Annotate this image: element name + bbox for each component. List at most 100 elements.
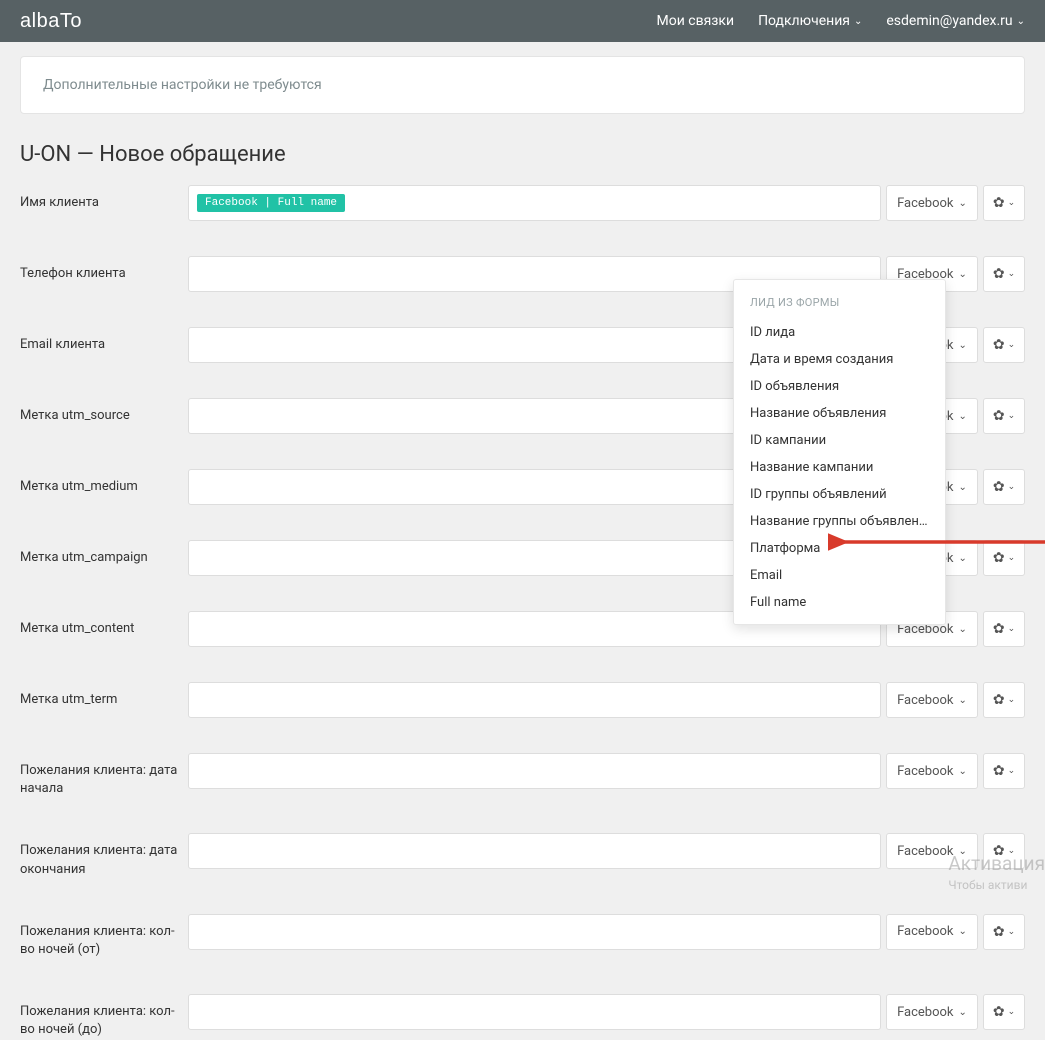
source-select-button[interactable]: Facebook⌄ <box>886 914 978 950</box>
chevron-down-icon: ⌄ <box>959 340 967 351</box>
source-select-button[interactable]: Facebook⌄ <box>886 753 978 789</box>
chevron-down-icon: ⌄ <box>1017 16 1025 27</box>
field-settings-button[interactable]: ✿⌄ <box>983 469 1025 505</box>
gear-icon: ✿ <box>993 266 1005 282</box>
chevron-down-icon: ⌄ <box>1008 927 1016 937</box>
nav-user-menu[interactable]: esdemin@yandex.ru ⌄ <box>886 13 1025 29</box>
dropdown-item[interactable]: Название кампании <box>734 454 945 481</box>
chevron-down-icon: ⌄ <box>1008 624 1016 634</box>
field-label: Метка utm_content <box>20 611 188 638</box>
field-label: Телефон клиента <box>20 256 188 283</box>
field-row: Пожелания клиента: кол-во ночей (до) Face… <box>20 994 1025 1039</box>
field-row: Пожелания клиента: кол-во ночей (от) Face… <box>20 914 1025 959</box>
gear-icon: ✿ <box>993 337 1005 353</box>
chevron-down-icon: ⌄ <box>959 695 967 706</box>
nav-user-label: esdemin@yandex.ru <box>886 13 1012 29</box>
field-label: Метка utm_source <box>20 398 188 425</box>
dropdown-item[interactable]: ID группы объявлений <box>734 481 945 508</box>
field-settings-button[interactable]: ✿⌄ <box>983 540 1025 576</box>
chevron-down-icon: ⌄ <box>1008 846 1016 856</box>
app-header: albaTo Мои связки Подключения ⌄ esdemin@… <box>0 0 1045 42</box>
chevron-down-icon: ⌄ <box>1008 695 1016 705</box>
gear-icon: ✿ <box>993 692 1005 708</box>
field-settings-button[interactable]: ✿⌄ <box>983 914 1025 950</box>
nav-my-links-label: Мои связки <box>657 13 735 29</box>
page-title: U-ON — Новое обращение <box>20 142 1025 167</box>
field-row: Пожелания клиента: дата началаFacebook⌄✿… <box>20 753 1025 798</box>
chevron-down-icon: ⌄ <box>959 198 967 209</box>
source-select-label: Facebook <box>897 1005 953 1020</box>
chevron-down-icon: ⌄ <box>959 553 967 564</box>
chevron-down-icon: ⌄ <box>959 846 967 857</box>
value-token[interactable]: Facebook | Full name <box>197 194 345 212</box>
field-row: Метка utm_termFacebook⌄✿⌄ <box>20 682 1025 718</box>
nav-connections[interactable]: Подключения ⌄ <box>758 13 862 29</box>
top-nav: Мои связки Подключения ⌄ esdemin@yandex.… <box>657 13 1025 29</box>
field-row: Имя клиентаFacebook | Full nameFacebook⌄… <box>20 185 1025 221</box>
field-input[interactable] <box>188 994 881 1030</box>
field-settings-button[interactable]: ✿⌄ <box>983 682 1025 718</box>
field-input[interactable] <box>188 682 881 718</box>
gear-icon: ✿ <box>993 843 1005 859</box>
logo: albaTo <box>20 10 82 33</box>
chevron-down-icon: ⌄ <box>1008 269 1016 279</box>
field-label: Email клиента <box>20 327 188 354</box>
dropdown-item[interactable]: Название объявления <box>734 400 945 427</box>
field-label: Пожелания клиента: кол-во ночей (от) <box>20 914 188 959</box>
chevron-down-icon: ⌄ <box>1008 198 1016 208</box>
dropdown-item[interactable]: Full name <box>734 589 945 616</box>
chevron-down-icon: ⌄ <box>1008 1007 1016 1017</box>
chevron-down-icon: ⌄ <box>959 482 967 493</box>
dropdown-item[interactable]: Дата и время создания <box>734 346 945 373</box>
chevron-down-icon: ⌄ <box>1008 482 1016 492</box>
field-input[interactable]: Facebook | Full name <box>188 185 881 221</box>
field-settings-button[interactable]: ✿⌄ <box>983 185 1025 221</box>
dropdown-item[interactable]: Название группы объявлений <box>734 508 945 535</box>
field-input[interactable] <box>188 833 881 869</box>
chevron-down-icon: ⌄ <box>959 269 967 280</box>
chevron-down-icon: ⌄ <box>959 926 967 937</box>
chevron-down-icon: ⌄ <box>959 411 967 422</box>
chevron-down-icon: ⌄ <box>1008 553 1016 563</box>
gear-icon: ✿ <box>993 763 1005 779</box>
dropdown-item[interactable]: Платформа <box>734 535 945 562</box>
gear-icon: ✿ <box>993 550 1005 566</box>
gear-icon: ✿ <box>993 408 1005 424</box>
nav-my-links[interactable]: Мои связки <box>657 13 735 29</box>
gear-icon: ✿ <box>993 924 1005 940</box>
field-input[interactable] <box>188 914 881 950</box>
field-label: Пожелания клиента: дата начала <box>20 753 188 798</box>
field-input[interactable] <box>188 753 881 789</box>
field-settings-button[interactable]: ✿⌄ <box>983 327 1025 363</box>
field-settings-button[interactable]: ✿⌄ <box>983 833 1025 869</box>
chevron-down-icon: ⌄ <box>959 624 967 635</box>
chevron-down-icon: ⌄ <box>1008 340 1016 350</box>
field-label: Пожелания клиента: дата окончания <box>20 833 188 878</box>
dropdown-item[interactable]: Email <box>734 562 945 589</box>
source-select-label: Facebook <box>897 196 953 211</box>
gear-icon: ✿ <box>993 195 1005 211</box>
source-select-button[interactable]: Facebook ⌄ <box>886 185 978 221</box>
dropdown-item[interactable]: ID кампании <box>734 427 945 454</box>
dropdown-item[interactable]: ID объявления <box>734 373 945 400</box>
gear-icon: ✿ <box>993 621 1005 637</box>
source-select-label: Facebook <box>897 764 953 779</box>
source-select-button[interactable]: Facebook⌄ <box>886 682 978 718</box>
field-settings-button[interactable]: ✿⌄ <box>983 398 1025 434</box>
field-label: Метка utm_campaign <box>20 540 188 567</box>
field-settings-button[interactable]: ✿⌄ <box>983 256 1025 292</box>
source-select-button[interactable]: Facebook ⌄ <box>886 833 978 869</box>
source-select-label: Facebook <box>897 844 953 859</box>
gear-icon: ✿ <box>993 1004 1005 1020</box>
chevron-down-icon: ⌄ <box>959 1007 967 1018</box>
field-label: Пожелания клиента: кол-во ночей (до) <box>20 994 188 1039</box>
chevron-down-icon: ⌄ <box>1008 411 1016 421</box>
source-select-button[interactable]: Facebook ⌄ <box>886 994 978 1030</box>
field-settings-button[interactable]: ✿⌄ <box>983 753 1025 789</box>
field-settings-button[interactable]: ✿⌄ <box>983 994 1025 1030</box>
info-notice: Дополнительные настройки не требуются <box>20 56 1025 114</box>
source-field-dropdown[interactable]: ЛИД ИЗ ФОРМЫ ID лидаДата и время создани… <box>733 279 946 625</box>
field-settings-button[interactable]: ✿⌄ <box>983 611 1025 647</box>
dropdown-item[interactable]: ID лида <box>734 319 945 346</box>
gear-icon: ✿ <box>993 479 1005 495</box>
